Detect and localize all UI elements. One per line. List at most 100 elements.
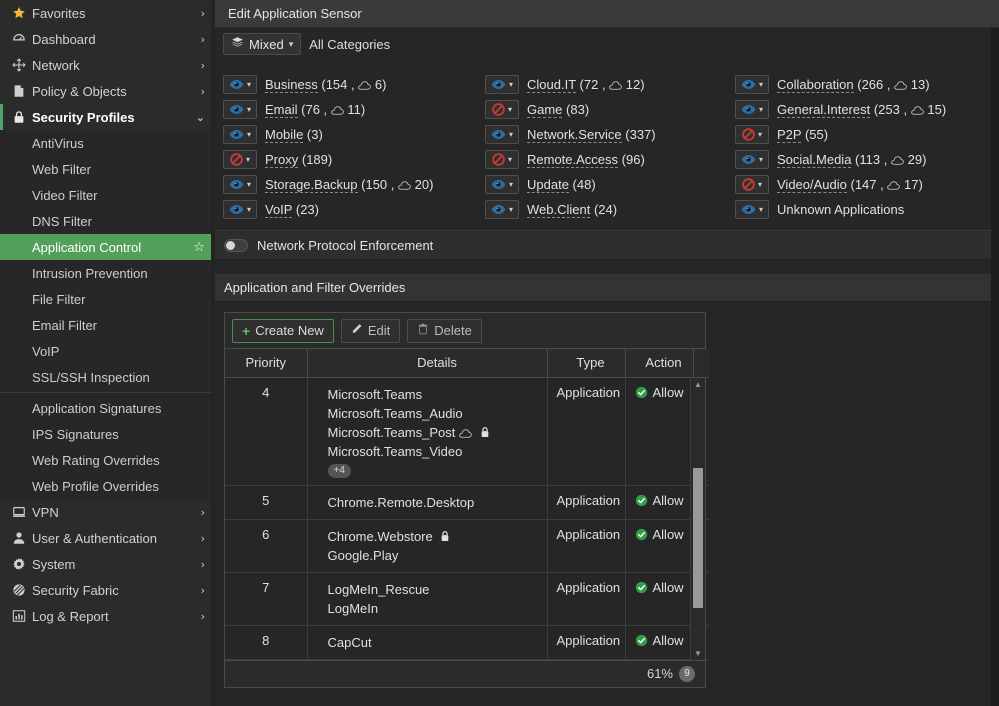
category-name[interactable]: Update <box>527 177 569 193</box>
scrollbar-thumb[interactable] <box>693 468 703 608</box>
scroll-up-arrow[interactable]: ▲ <box>691 378 705 391</box>
category-action-monitor-button[interactable]: ▾ <box>735 150 769 169</box>
category-action-block-button[interactable]: ▾ <box>735 125 769 144</box>
category-name[interactable]: General.Interest <box>777 102 870 118</box>
category-action-monitor-button[interactable]: ▾ <box>735 100 769 119</box>
category-action-block-button[interactable]: ▾ <box>223 150 257 169</box>
category-name[interactable]: VoIP <box>265 202 292 218</box>
sidebar-item-dashboard[interactable]: Dashboard› <box>0 26 215 52</box>
network-protocol-enforcement-label: Network Protocol Enforcement <box>257 238 433 253</box>
network-protocol-enforcement-toggle[interactable] <box>224 239 248 252</box>
sidebar-item-label: Policy & Objects <box>32 84 195 99</box>
table-row[interactable]: 7LogMeIn_RescueLogMeInApplicationAllow <box>225 572 709 625</box>
category-name[interactable]: Collaboration <box>777 77 854 93</box>
sidebar-item-antivirus[interactable]: AntiVirus <box>0 130 215 156</box>
table-row[interactable]: 4Microsoft.TeamsMicrosoft.Teams_AudioMic… <box>225 378 709 486</box>
sidebar-item-email-filter[interactable]: Email Filter <box>0 312 215 338</box>
category-name[interactable]: Game <box>527 102 562 118</box>
category-action-block-button[interactable]: ▾ <box>485 150 519 169</box>
overrides-table-scrollbar[interactable]: ▲ ▼ <box>690 378 705 660</box>
sidebar-item-user-authentication[interactable]: User & Authentication› <box>0 525 215 551</box>
gear-icon <box>12 557 32 571</box>
category-name[interactable]: Unknown Applications <box>777 202 904 217</box>
column-header-details[interactable]: Details <box>307 349 547 377</box>
category-action-monitor-button[interactable]: ▾ <box>223 175 257 194</box>
category-action-monitor-button[interactable]: ▾ <box>223 75 257 94</box>
column-header-action[interactable]: Action <box>625 349 693 377</box>
eye-icon <box>229 79 244 90</box>
table-row[interactable]: 8CapCutApplicationAllow <box>225 625 709 659</box>
category-action-block-button[interactable]: ▾ <box>485 100 519 119</box>
category-action-monitor-button[interactable]: ▾ <box>485 125 519 144</box>
detail-line: Microsoft.Teams_Audio <box>328 404 547 423</box>
category-name[interactable]: Video/Audio <box>777 177 847 193</box>
category-name[interactable]: Cloud.IT <box>527 77 576 93</box>
category-action-monitor-button[interactable]: ▾ <box>735 75 769 94</box>
category-action-block-button[interactable]: ▾ <box>735 175 769 194</box>
sidebar-item-application-signatures[interactable]: Application Signatures <box>0 395 215 421</box>
category-name[interactable]: P2P <box>777 127 801 143</box>
category-name[interactable]: Social.Media <box>777 152 851 168</box>
sidebar-item-file-filter[interactable]: File Filter <box>0 286 215 312</box>
sidebar-item-security-fabric[interactable]: Security Fabric› <box>0 577 215 603</box>
edit-button[interactable]: Edit <box>341 319 400 343</box>
sidebar-item-web-rating-overrides[interactable]: Web Rating Overrides <box>0 447 215 473</box>
create-new-button[interactable]: + Create New <box>232 319 334 343</box>
column-header-priority[interactable]: Priority <box>225 349 307 377</box>
category-action-monitor-button[interactable]: ▾ <box>735 200 769 219</box>
category-name[interactable]: Business <box>265 77 318 93</box>
category-action-monitor-button[interactable]: ▾ <box>485 175 519 194</box>
column-header-type[interactable]: Type <box>547 349 625 377</box>
sidebar-item-security-profiles[interactable]: Security Profiles⌄ <box>0 104 215 130</box>
sidebar-item-network[interactable]: Network› <box>0 52 215 78</box>
chevron-right-icon: › <box>201 59 205 72</box>
eye-icon <box>229 129 244 140</box>
category-name[interactable]: Remote.Access <box>527 152 618 168</box>
sidebar-item-application-control[interactable]: Application Control☆ <box>0 234 215 260</box>
sidebar-item-web-profile-overrides[interactable]: Web Profile Overrides <box>0 473 215 499</box>
category-count: 189 <box>306 152 328 167</box>
category-name[interactable]: Web.Client <box>527 202 590 218</box>
category-name[interactable]: Proxy <box>265 152 298 168</box>
category-name[interactable]: Storage.Backup <box>265 177 358 193</box>
favorite-star-icon[interactable]: ☆ <box>193 240 205 255</box>
table-row[interactable]: 6Chrome.Webstore Google.PlayApplicationA… <box>225 519 709 572</box>
sidebar-item-ips-signatures[interactable]: IPS Signatures <box>0 421 215 447</box>
cell-action: Allow <box>625 572 693 625</box>
sidebar-item-log-report[interactable]: Log & Report› <box>0 603 215 629</box>
category-action-monitor-button[interactable]: ▾ <box>485 75 519 94</box>
mixed-action-dropdown[interactable]: Mixed ▾ <box>223 33 301 55</box>
category-row-storage-backup: ▾Storage.Backup (150 , 20) <box>223 172 485 197</box>
category-action-monitor-button[interactable]: ▾ <box>223 125 257 144</box>
more-items-badge[interactable]: +4 <box>328 464 351 478</box>
sidebar-item-system[interactable]: System› <box>0 551 215 577</box>
sidebar-item-policy-objects[interactable]: Policy & Objects› <box>0 78 215 104</box>
sidebar-item-voip[interactable]: VoIP <box>0 338 215 364</box>
cell-details: LogMeIn_RescueLogMeIn <box>307 572 547 625</box>
category-action-monitor-button[interactable]: ▾ <box>223 100 257 119</box>
page-scrollbar[interactable] <box>991 28 999 706</box>
category-count: 23 <box>300 202 314 217</box>
sidebar-item-favorites[interactable]: Favorites› <box>0 0 215 26</box>
page-title: Edit Application Sensor <box>228 6 362 21</box>
sidebar-item-intrusion-prevention[interactable]: Intrusion Prevention <box>0 260 215 286</box>
footer-count-badge[interactable]: 9 <box>679 666 695 682</box>
status-badge-allow: Allow <box>635 633 684 648</box>
delete-button[interactable]: Delete <box>407 319 482 343</box>
category-name[interactable]: Email <box>265 102 298 118</box>
category-name[interactable]: Mobile <box>265 127 303 143</box>
table-row[interactable]: 5Chrome.Remote.DesktopApplicationAllow <box>225 485 709 519</box>
category-row-network-service: ▾Network.Service (337) <box>485 122 735 147</box>
sidebar-item-video-filter[interactable]: Video Filter <box>0 182 215 208</box>
sidebar-item-dns-filter[interactable]: DNS Filter <box>0 208 215 234</box>
category-row-mobile: ▾Mobile (3) <box>223 122 485 147</box>
sidebar-item-web-filter[interactable]: Web Filter <box>0 156 215 182</box>
sidebar-item-label: Web Rating Overrides <box>32 453 160 468</box>
category-action-monitor-button[interactable]: ▾ <box>485 200 519 219</box>
sidebar-item-ssl-ssh-inspection[interactable]: SSL/SSH Inspection <box>0 364 215 390</box>
eye-icon <box>491 79 506 90</box>
category-action-monitor-button[interactable]: ▾ <box>223 200 257 219</box>
scroll-down-arrow[interactable]: ▼ <box>691 647 705 660</box>
sidebar-item-vpn[interactable]: VPN› <box>0 499 215 525</box>
category-name[interactable]: Network.Service <box>527 127 622 143</box>
